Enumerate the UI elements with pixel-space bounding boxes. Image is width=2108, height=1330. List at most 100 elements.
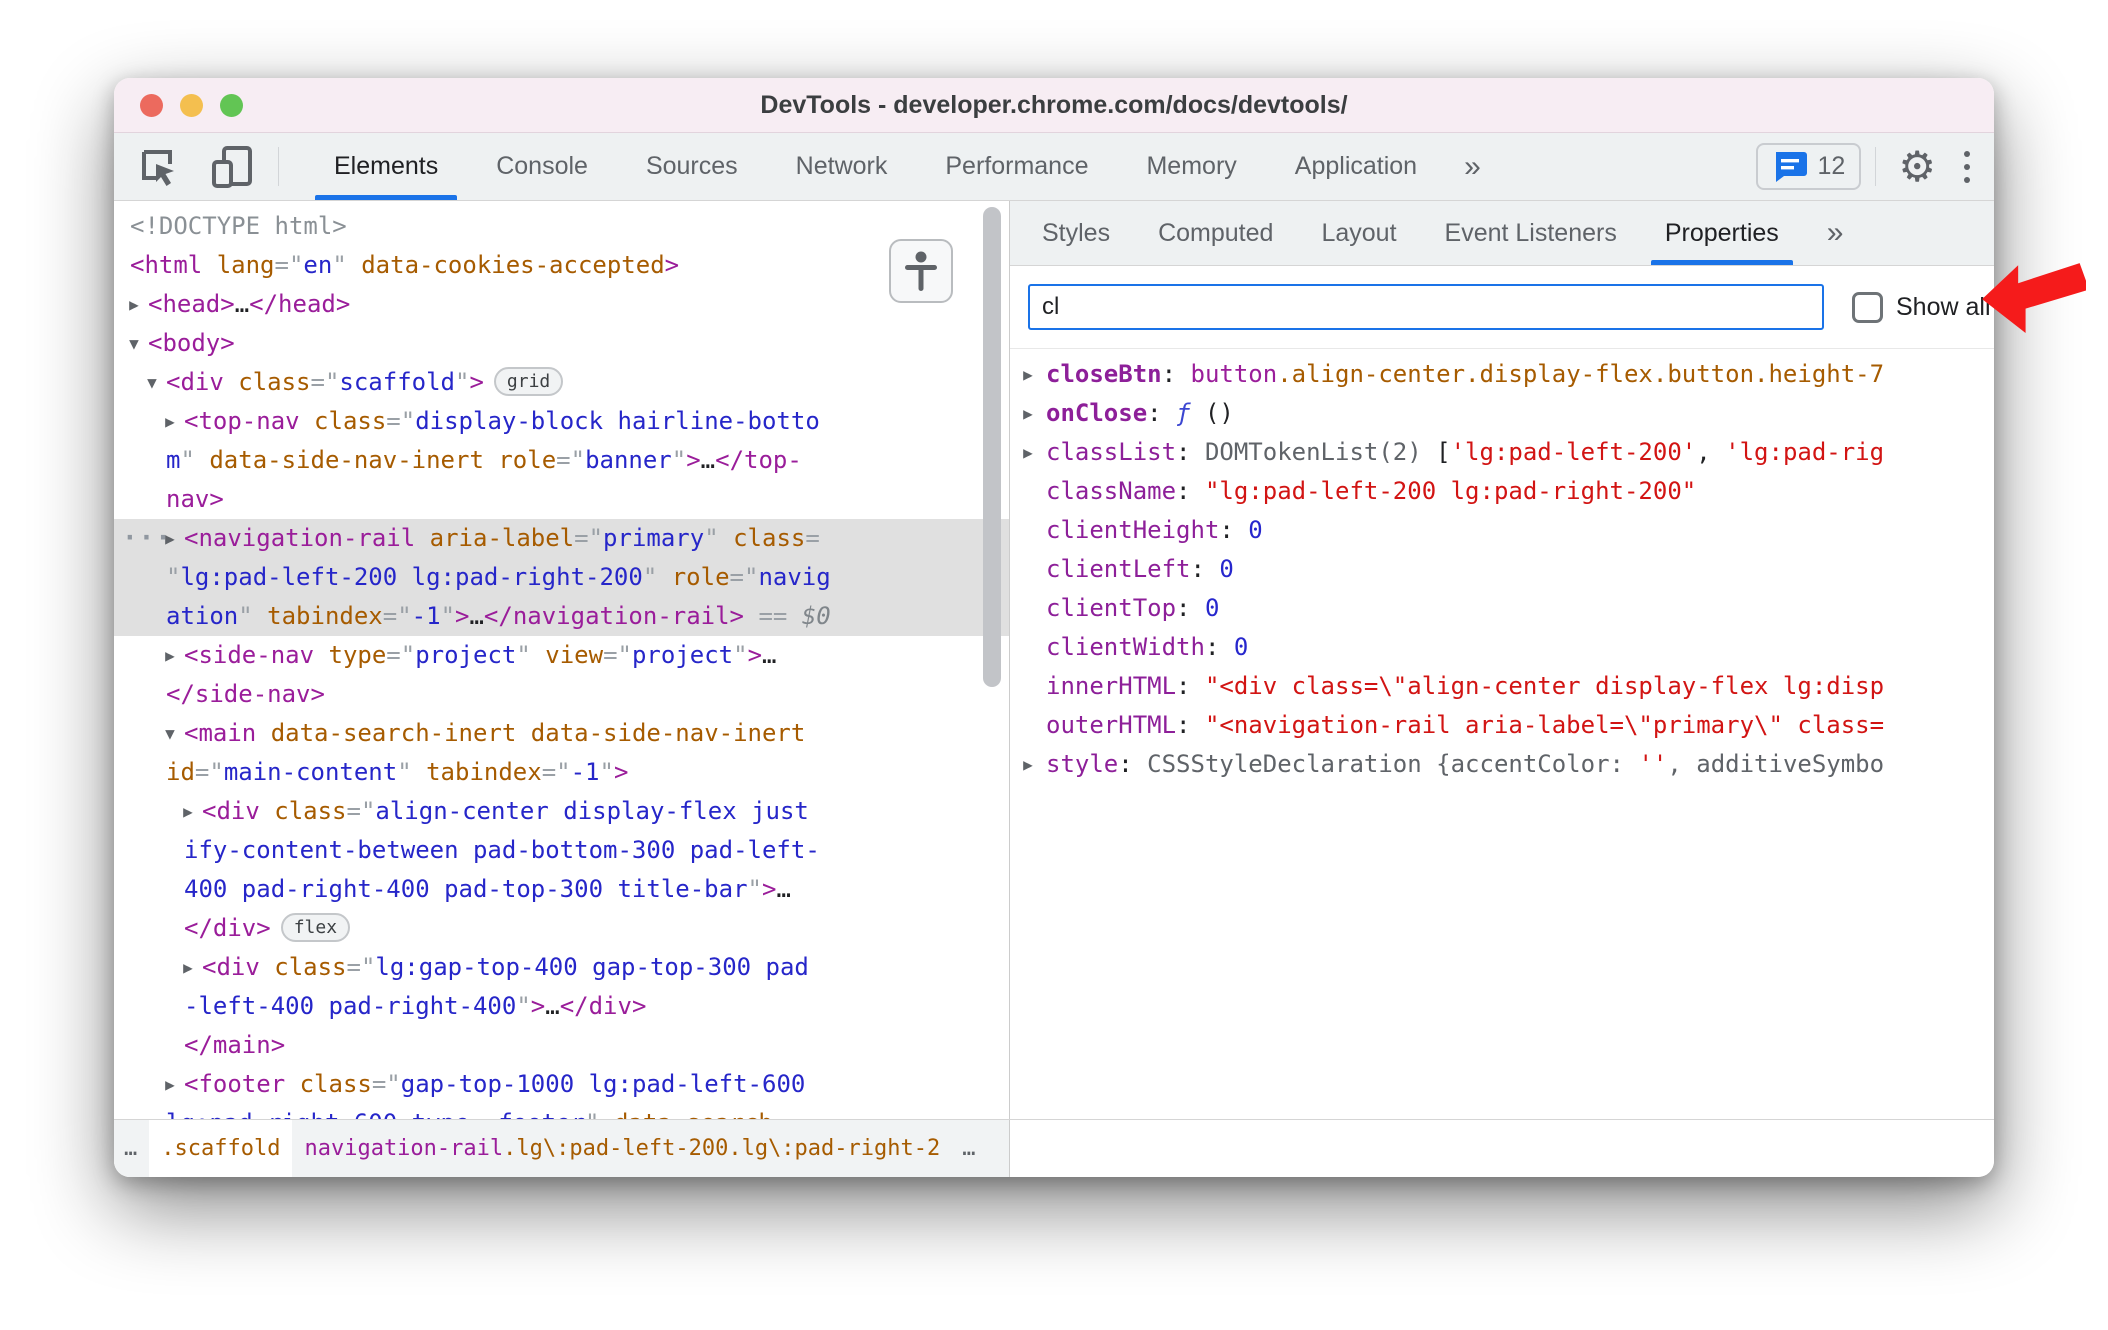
- sidebar-tab-properties[interactable]: Properties: [1641, 201, 1803, 265]
- dom-tree-line[interactable]: m" data-side-nav-inert role="banner">…</…: [114, 441, 1009, 480]
- expand-arrow-closed-icon[interactable]: ▶: [1016, 355, 1040, 394]
- more-options-button[interactable]: [1950, 133, 1984, 200]
- dom-tree-line[interactable]: ▶ <side-nav type="project" view="project"…: [114, 636, 1009, 675]
- dom-tree-line[interactable]: ▶ <top-nav class="display-block hairline-…: [114, 402, 1009, 441]
- gear-icon: ⚙: [1898, 142, 1936, 190]
- dom-tree-line[interactable]: id="main-content" tabindex="-1">: [114, 753, 1009, 792]
- expand-arrow-closed-icon[interactable]: ▶: [158, 402, 182, 441]
- close-window-button[interactable]: [140, 93, 163, 117]
- show-all-checkbox[interactable]: [1852, 291, 1883, 323]
- breadcrumb-overflow-right[interactable]: …: [952, 1120, 987, 1177]
- dom-tree-line[interactable]: -left-400 pad-right-400">…</div>: [114, 987, 1009, 1026]
- property-row-outerHTML[interactable]: outerHTML: "<navigation-rail aria-label=…: [1010, 706, 1994, 745]
- property-row-innerHTML[interactable]: innerHTML: "<div class=\"align-center di…: [1010, 667, 1994, 706]
- dom-tree-line[interactable]: </main>: [114, 1026, 1009, 1065]
- tree-scrollbar-thumb[interactable]: [983, 207, 1001, 687]
- expand-arrow-open-icon[interactable]: ▼: [158, 714, 182, 753]
- property-row-className[interactable]: className: "lg:pad-left-200 lg:pad-right…: [1010, 472, 1994, 511]
- dom-tree: <!DOCTYPE html> <html lang="en" data-cook…: [114, 201, 1009, 1119]
- breadcrumb-overflow-left[interactable]: …: [114, 1120, 149, 1177]
- tab-elements[interactable]: Elements: [305, 133, 467, 200]
- grid-badge[interactable]: grid: [493, 367, 564, 396]
- property-row-clientHeight[interactable]: clientHeight: 0: [1010, 511, 1994, 550]
- expand-arrow-open-icon[interactable]: ▼: [140, 363, 164, 402]
- expand-arrow-closed-icon[interactable]: ▶: [1016, 394, 1040, 433]
- dom-tree-line[interactable]: ation" tabindex="-1">…</navigation-rail>…: [114, 597, 1009, 636]
- elements-tree-panel: <!DOCTYPE html> <html lang="en" data-cook…: [114, 201, 1010, 1119]
- dom-tree-line[interactable]: nav>: [114, 480, 1009, 519]
- expand-arrow-open-icon[interactable]: ▼: [122, 324, 146, 363]
- dom-tree-line[interactable]: ▶ <div class="align-center display-flex j…: [114, 792, 1009, 831]
- dom-tree-line[interactable]: </div> flex: [114, 909, 1009, 948]
- sidebar-tab-layout[interactable]: Layout: [1297, 201, 1420, 265]
- expand-arrow-closed-icon[interactable]: ▶: [176, 948, 200, 987]
- dom-tree-line[interactable]: "lg:pad-left-200 lg:pad-right-200" role=…: [114, 558, 1009, 597]
- expand-arrow-closed-icon[interactable]: ▶: [1016, 433, 1040, 472]
- expand-arrow-closed-icon[interactable]: ▶: [158, 519, 182, 558]
- dom-tree-line[interactable]: <!DOCTYPE html>: [114, 207, 1009, 246]
- tab-console[interactable]: Console: [467, 133, 617, 200]
- breadcrumb-item-0[interactable]: .scaffold: [149, 1120, 293, 1177]
- expand-arrow-closed-icon[interactable]: ▶: [176, 792, 200, 831]
- sidebar-tab-more[interactable]: »: [1803, 201, 1868, 265]
- dom-tree-line[interactable]: ify-content-between pad-bottom-300 pad-l…: [114, 831, 1009, 870]
- dom-tree-line[interactable]: ▼ <body>: [114, 324, 1009, 363]
- property-row-onClose[interactable]: ▶ onClose: ƒ (): [1010, 394, 1994, 433]
- property-name: closeBtn: [1046, 360, 1162, 388]
- breadcrumb-item-1[interactable]: navigation-rail .lg\:pad-left-200.lg\:pad…: [292, 1120, 952, 1177]
- tab-application[interactable]: Application: [1266, 133, 1446, 200]
- property-name: outerHTML: [1046, 711, 1177, 739]
- dom-tree-line[interactable]: ▼ <main data-search-inert data-side-nav-i…: [114, 714, 1009, 753]
- devtools-main-area: <!DOCTYPE html> <html lang="en" data-cook…: [114, 201, 1994, 1119]
- sidebar-tab-styles[interactable]: Styles: [1018, 201, 1134, 265]
- dom-tree-line[interactable]: 400 pad-right-400 pad-top-300 title-bar"…: [114, 870, 1009, 909]
- settings-gear-button[interactable]: ⚙: [1884, 133, 1950, 200]
- device-toolbar-button[interactable]: [196, 133, 270, 200]
- tab-more[interactable]: »: [1446, 133, 1499, 200]
- property-row-classList[interactable]: ▶ classList: DOMTokenList(2) ['lg:pad-lef…: [1010, 433, 1994, 472]
- property-row-closeBtn[interactable]: ▶ closeBtn: button.align-center.display-f…: [1010, 355, 1994, 394]
- dom-tree-line[interactable]: </side-nav>: [114, 675, 1009, 714]
- issues-button[interactable]: 12: [1755, 143, 1862, 190]
- expand-arrow-closed-icon[interactable]: ▶: [1016, 745, 1040, 784]
- show-all-label[interactable]: Show all: [1896, 293, 1991, 322]
- property-name: clientLeft: [1046, 555, 1191, 583]
- window-title: DevTools - developer.chrome.com/docs/dev…: [760, 90, 1348, 119]
- expand-arrow-closed-icon[interactable]: ▶: [158, 636, 182, 675]
- tab-memory[interactable]: Memory: [1117, 133, 1265, 200]
- tab-network[interactable]: Network: [767, 133, 917, 200]
- elements-statusbar: … .scaffold navigation-rail .lg\:pad-left-2…: [114, 1119, 1994, 1177]
- sidebar-tab-computed[interactable]: Computed: [1134, 201, 1297, 265]
- property-name: innerHTML: [1046, 672, 1177, 700]
- minimize-window-button[interactable]: [180, 93, 203, 117]
- property-row-clientTop[interactable]: clientTop: 0: [1010, 589, 1994, 628]
- property-name: clientWidth: [1046, 633, 1205, 661]
- kebab-menu-icon: [1964, 150, 1970, 183]
- tab-sources[interactable]: Sources: [617, 133, 767, 200]
- expand-arrow-closed-icon[interactable]: ▶: [158, 1065, 182, 1104]
- tab-performance[interactable]: Performance: [916, 133, 1117, 200]
- dom-tree-line[interactable]: <html lang="en" data-cookies-accepted>: [114, 246, 1009, 285]
- titlebar: DevTools - developer.chrome.com/docs/dev…: [114, 78, 1994, 133]
- flex-badge[interactable]: flex: [280, 913, 351, 942]
- property-name: onClose: [1046, 399, 1148, 427]
- sidebar-tab-event-listeners[interactable]: Event Listeners: [1421, 201, 1641, 265]
- elements-sidebar-panel: Styles Computed Layout Event Listeners Prope…: [1010, 201, 1994, 1119]
- properties-filter-input[interactable]: [1028, 284, 1824, 330]
- property-name: clientHeight: [1046, 516, 1220, 544]
- dom-tree-line[interactable]: ▼ <div class="scaffold"> grid: [114, 363, 1009, 402]
- property-row-clientLeft[interactable]: clientLeft: 0: [1010, 550, 1994, 589]
- property-row-style[interactable]: ▶ style: CSSStyleDeclaration {accentColor…: [1010, 745, 1994, 784]
- expand-arrow-closed-icon[interactable]: ▶: [122, 285, 146, 324]
- inspect-element-button[interactable]: [122, 133, 196, 200]
- dom-tree-line[interactable]: ··· ▶ <navigation-rail aria-label="primary…: [114, 519, 1009, 558]
- property-row-clientWidth[interactable]: clientWidth: 0: [1010, 628, 1994, 667]
- dom-tree-line[interactable]: ▶ <footer class="gap-top-1000 lg:pad-left…: [114, 1065, 1009, 1104]
- dom-tree-line[interactable]: ▶ <head>…</head>: [114, 285, 1009, 324]
- inspect-cursor-icon: [142, 149, 174, 186]
- zoom-window-button[interactable]: [220, 93, 243, 117]
- dom-tree-line[interactable]: lg:pad-right-600 type--footer" data-sear…: [114, 1104, 1009, 1119]
- dom-tree-line[interactable]: ▶ <div class="lg:gap-top-400 gap-top-300 …: [114, 948, 1009, 987]
- accessibility-button[interactable]: [889, 239, 953, 303]
